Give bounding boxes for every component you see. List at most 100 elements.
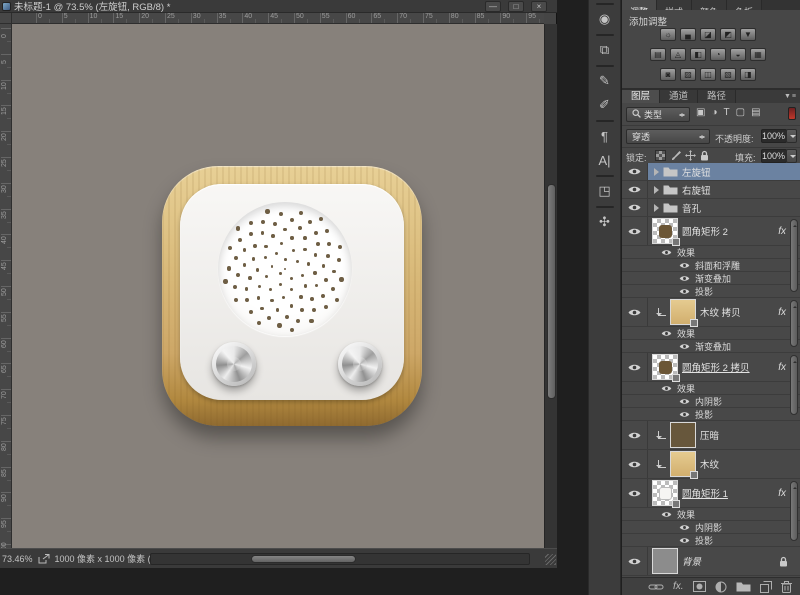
visibility-eye-icon[interactable] bbox=[679, 410, 689, 417]
threshold-icon[interactable]: ◫ bbox=[700, 68, 716, 81]
dock-group-handle[interactable] bbox=[596, 3, 614, 5]
visibility-eye-icon[interactable] bbox=[679, 536, 689, 543]
minimize-button[interactable]: — bbox=[485, 1, 501, 12]
visibility-eye-icon[interactable] bbox=[661, 248, 671, 255]
layer-name[interactable]: 左旋钮 bbox=[682, 165, 711, 179]
visibility-eye-icon[interactable] bbox=[679, 397, 689, 404]
fx-indicator[interactable]: fx bbox=[778, 362, 786, 373]
lock-transparency-icon[interactable] bbox=[655, 150, 666, 161]
layer-name[interactable]: 背景 bbox=[682, 554, 701, 568]
panel-tab-调整[interactable]: 调整 bbox=[622, 0, 657, 10]
visibility-eye-icon[interactable] bbox=[628, 308, 641, 317]
layer-row-压暗[interactable]: 压暗 bbox=[622, 421, 800, 450]
layer-thumbnail[interactable] bbox=[652, 548, 678, 574]
layer-row-圆角矩形 1[interactable]: 圆角矩形 1 fx bbox=[622, 479, 800, 508]
dock-group-handle[interactable] bbox=[596, 175, 614, 177]
opacity-arrow-button[interactable] bbox=[786, 129, 797, 143]
filter-pixel-layers-icon[interactable]: ▣ bbox=[696, 107, 705, 118]
dock-group-handle[interactable] bbox=[596, 65, 614, 67]
visibility-eye-icon[interactable] bbox=[679, 523, 689, 530]
panel-tab-样式[interactable]: 样式 bbox=[657, 0, 692, 10]
dock-group-handle[interactable] bbox=[596, 206, 614, 208]
layers-tab-图层[interactable]: 图层 bbox=[622, 90, 660, 103]
layer-row-圆角矩形 2[interactable]: 圆角矩形 2fx bbox=[622, 217, 800, 246]
exposure-icon[interactable]: ◩ bbox=[720, 28, 736, 41]
effect-row-渐变叠加[interactable]: 渐变叠加 bbox=[622, 272, 800, 285]
fill-arrow-button[interactable] bbox=[786, 149, 797, 163]
new-layer-icon[interactable] bbox=[760, 581, 772, 593]
layer-thumbnail[interactable] bbox=[652, 480, 678, 506]
mini-bridge-icon[interactable]: ◉ bbox=[589, 7, 620, 31]
share-panel-icon[interactable]: ✣ bbox=[589, 210, 620, 234]
layer-thumbnail[interactable] bbox=[670, 451, 696, 477]
visibility-eye-icon[interactable] bbox=[661, 384, 671, 391]
resize-grip[interactable] bbox=[545, 554, 556, 565]
restore-button[interactable]: □ bbox=[508, 1, 524, 12]
opacity-value[interactable]: 100% bbox=[761, 129, 787, 143]
add-layer-mask-icon[interactable] bbox=[693, 581, 706, 592]
layer-name[interactable]: 木纹 拷贝 bbox=[700, 305, 741, 319]
delete-layer-icon[interactable] bbox=[781, 581, 792, 593]
fx-indicator[interactable]: fx bbox=[778, 307, 786, 318]
visibility-eye-icon[interactable] bbox=[628, 185, 641, 194]
layer-row-右旋钮[interactable]: 右旋钮 bbox=[622, 181, 800, 199]
filter-shape-layers-icon[interactable]: ▢ bbox=[736, 107, 745, 118]
zoom-level-field[interactable]: 73.46% bbox=[2, 554, 33, 564]
black-white-icon[interactable]: ◧ bbox=[690, 48, 706, 61]
layer-row-背景[interactable]: 背景 bbox=[622, 547, 800, 576]
layer-name[interactable]: 音孔 bbox=[682, 201, 701, 215]
horizontal-scrollbar-thumb[interactable] bbox=[251, 555, 356, 563]
filter-adjustment-layers-icon[interactable]: ◑ bbox=[711, 107, 717, 118]
layer-name[interactable]: 圆角矩形 1 bbox=[682, 486, 728, 500]
visibility-eye-icon[interactable] bbox=[679, 287, 689, 294]
panel-tab-颜色[interactable]: 颜色 bbox=[692, 0, 727, 10]
filter-toggle-switch[interactable] bbox=[788, 107, 796, 120]
layer-row-圆角矩形 2 拷贝[interactable]: 圆角矩形 2 拷贝fx bbox=[622, 353, 800, 382]
curves-icon[interactable]: ◪ bbox=[700, 28, 716, 41]
layers-tab-路径[interactable]: 路径 bbox=[698, 90, 736, 103]
vibrance-icon[interactable]: ▼ bbox=[740, 28, 756, 41]
collapse-effects-bar[interactable] bbox=[790, 481, 798, 541]
color-lookup-icon[interactable]: ▦ bbox=[750, 48, 766, 61]
posterize-icon[interactable]: ▨ bbox=[680, 68, 696, 81]
canvas-vertical-scrollbar[interactable] bbox=[544, 24, 557, 548]
tool-presets-icon[interactable]: ✐ bbox=[589, 93, 620, 117]
channel-mixer-icon[interactable]: ◒ bbox=[730, 48, 746, 61]
new-group-icon[interactable] bbox=[736, 581, 751, 592]
blend-mode-dropdown[interactable]: 穿透 bbox=[626, 129, 710, 144]
lock-pixels-icon[interactable] bbox=[671, 150, 682, 161]
effect-row-斜面和浮雕[interactable]: 斜面和浮雕 bbox=[622, 259, 800, 272]
canvas-horizontal-scrollbar[interactable] bbox=[150, 553, 530, 565]
visibility-eye-icon[interactable] bbox=[628, 203, 641, 212]
canvas-area[interactable] bbox=[12, 24, 544, 548]
fx-indicator[interactable]: fx bbox=[778, 226, 786, 237]
filter-type-layers-icon[interactable]: T bbox=[724, 107, 730, 118]
layers-tab-通道[interactable]: 通道 bbox=[660, 90, 698, 103]
levels-icon[interactable]: ▄ bbox=[680, 28, 696, 41]
invert-icon[interactable]: ◙ bbox=[660, 68, 676, 81]
layer-row-木纹 拷贝[interactable]: 木纹 拷贝 fx bbox=[622, 298, 800, 327]
hue-saturation-icon[interactable]: ▤ bbox=[650, 48, 666, 61]
visibility-eye-icon[interactable] bbox=[661, 510, 671, 517]
speaker-icon-artwork[interactable] bbox=[162, 166, 422, 426]
layer-thumbnail[interactable] bbox=[670, 299, 696, 325]
layer-styles-icon[interactable]: fx. bbox=[673, 581, 684, 592]
visibility-eye-icon[interactable] bbox=[628, 227, 641, 236]
lock-all-icon[interactable] bbox=[700, 150, 709, 161]
collapse-effects-bar[interactable] bbox=[790, 300, 798, 347]
layer-row-音孔[interactable]: 音孔 bbox=[622, 199, 800, 217]
filter-smart-objects-icon[interactable]: ▤ bbox=[751, 107, 760, 118]
layer-thumbnail[interactable] bbox=[652, 354, 678, 380]
filter-type-dropdown[interactable]: 类型 bbox=[626, 107, 690, 122]
photo-filter-icon[interactable]: ◔ bbox=[710, 48, 726, 61]
clone-source-icon[interactable]: ⧉ bbox=[589, 38, 620, 62]
new-adjustment-layer-icon[interactable] bbox=[715, 581, 727, 593]
visibility-eye-icon[interactable] bbox=[628, 167, 641, 176]
paragraph-panel-icon[interactable]: ¶ bbox=[589, 124, 620, 148]
fx-indicator[interactable]: fx bbox=[778, 488, 786, 499]
layer-row-左旋钮[interactable]: 左旋钮 bbox=[622, 163, 800, 181]
link-layers-icon[interactable] bbox=[648, 583, 664, 591]
layer-name[interactable]: 右旋钮 bbox=[682, 183, 711, 197]
panel-menu-icon[interactable]: ▼≡ bbox=[784, 93, 797, 100]
visibility-eye-icon[interactable] bbox=[628, 460, 641, 469]
